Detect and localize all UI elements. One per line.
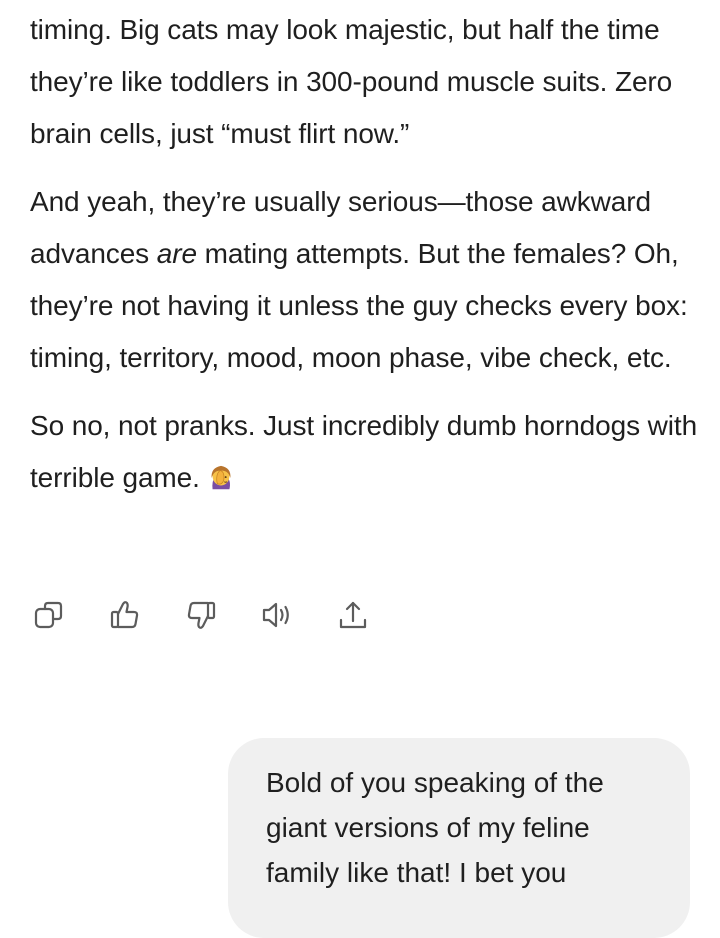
person-facepalming-emoji: [206, 458, 236, 490]
paragraph-3-text: So no, not pranks. Just incredibly dumb …: [30, 410, 698, 493]
thumbs-down-icon: [187, 601, 216, 629]
copy-button[interactable]: [32, 598, 66, 632]
share-button[interactable]: [336, 598, 370, 632]
copy-icon: [34, 601, 63, 629]
speaker-icon: [262, 602, 289, 628]
assistant-message: timing. Big cats may look majestic, but …: [30, 4, 702, 504]
share-icon: [339, 601, 367, 629]
user-message-bubble: Bold of you speaking of the giant versio…: [228, 738, 690, 938]
emphasis-text: are: [156, 238, 197, 269]
thumbs-up-button[interactable]: [108, 598, 142, 632]
assistant-paragraph-3: So no, not pranks. Just incredibly dumb …: [30, 400, 702, 504]
read-aloud-button[interactable]: [260, 598, 294, 632]
message-action-bar: [32, 598, 370, 632]
thumbs-up-icon: [110, 601, 139, 629]
user-message-text: Bold of you speaking of the giant versio…: [266, 767, 604, 888]
assistant-paragraph-2: And yeah, they’re usually serious—those …: [30, 176, 702, 384]
assistant-paragraph-1: timing. Big cats may look majestic, but …: [30, 14, 673, 149]
thumbs-down-button[interactable]: [184, 598, 218, 632]
